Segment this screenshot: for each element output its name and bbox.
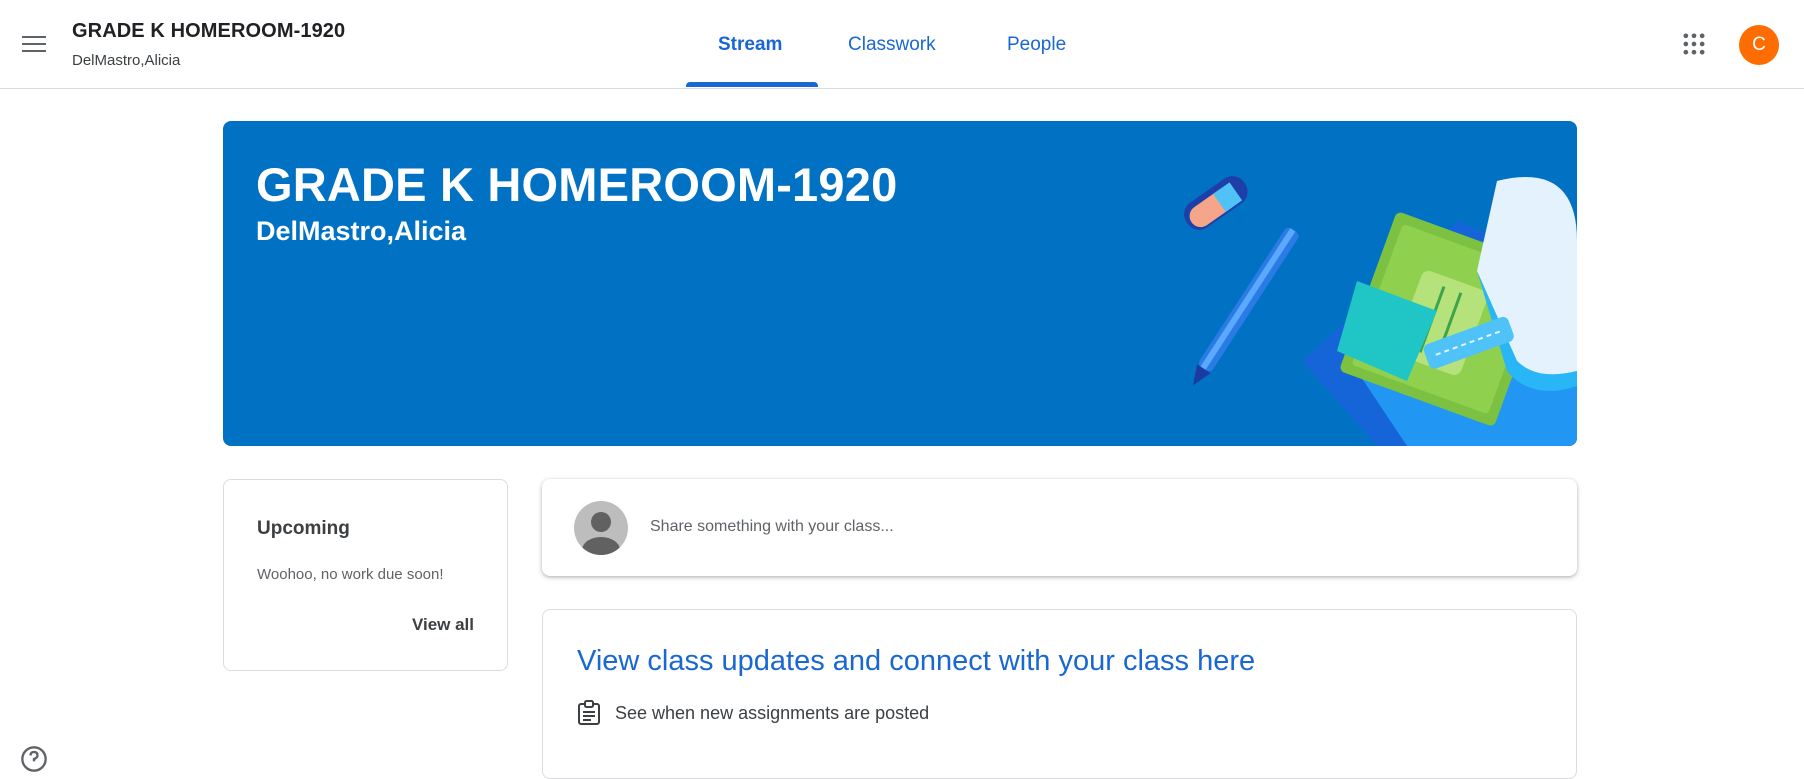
share-with-class-box[interactable]: Share something with your class... xyxy=(542,479,1577,576)
main-menu-button[interactable] xyxy=(14,24,54,64)
upcoming-card: Upcoming Woohoo, no work due soon! View … xyxy=(223,479,508,671)
share-placeholder[interactable]: Share something with your class... xyxy=(650,518,894,536)
class-banner: GRADE K HOMEROOM-1920 DelMastro,Alicia xyxy=(223,121,1577,446)
updates-title: View class updates and connect with your… xyxy=(577,645,1256,677)
view-all-link[interactable]: View all xyxy=(412,615,474,635)
class-teacher: DelMastro,Alicia xyxy=(72,52,181,69)
menu-icon xyxy=(22,43,46,45)
tab-classwork[interactable]: Classwork xyxy=(848,34,936,56)
help-icon[interactable] xyxy=(20,745,48,773)
assignment-icon xyxy=(578,700,600,725)
banner-teacher: DelMastro,Alicia xyxy=(256,216,467,246)
tab-stream[interactable]: Stream xyxy=(718,34,782,56)
backpack-illustration xyxy=(1184,176,1577,446)
class-title[interactable]: GRADE K HOMEROOM-1920 xyxy=(72,20,345,43)
updates-item-text: See when new assignments are posted xyxy=(615,702,930,723)
upcoming-message: Woohoo, no work due soon! xyxy=(257,566,444,583)
top-app-bar: GRADE K HOMEROOM-1920 DelMastro,Alicia S… xyxy=(0,0,1804,89)
account-avatar[interactable]: C xyxy=(1739,25,1779,65)
active-tab-indicator xyxy=(686,82,818,87)
apps-grid-icon[interactable] xyxy=(1680,30,1708,58)
updates-item: See when new assignments are posted xyxy=(577,700,929,726)
class-updates-card: View class updates and connect with your… xyxy=(542,609,1577,779)
user-avatar-icon xyxy=(574,501,628,555)
banner-title[interactable]: GRADE K HOMEROOM-1920 xyxy=(256,157,897,212)
upcoming-title: Upcoming xyxy=(257,518,350,539)
tab-people[interactable]: People xyxy=(1007,34,1066,56)
